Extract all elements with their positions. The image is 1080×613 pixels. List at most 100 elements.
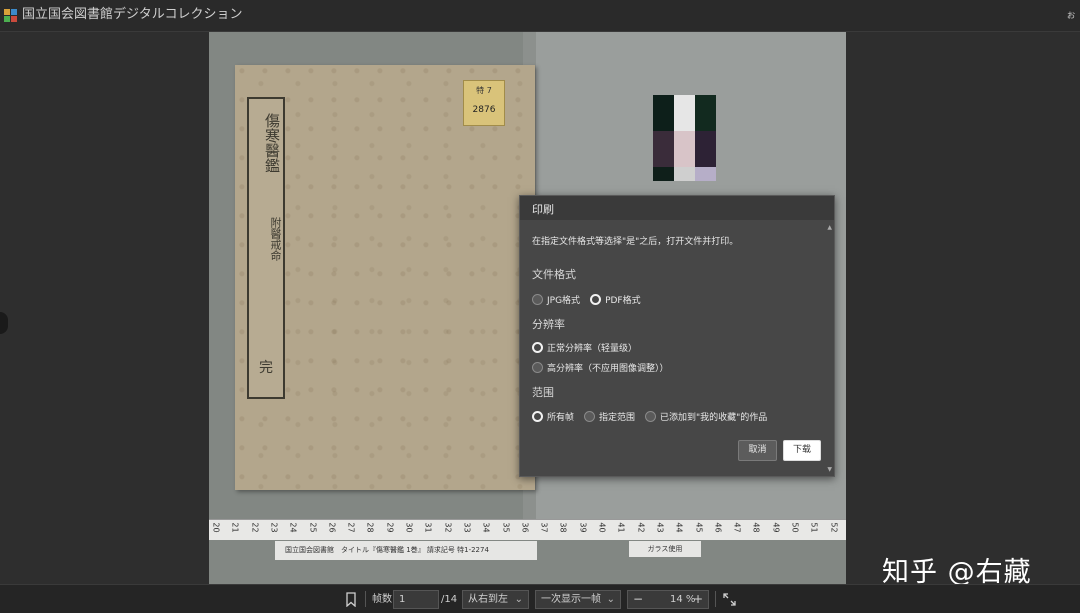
ruler-tick-label: 36 [520, 522, 530, 533]
ruler-tick-label: 25 [308, 522, 318, 533]
chevron-down-icon: ⌄ [514, 594, 523, 605]
ruler-tick-label: 20 [211, 522, 221, 533]
reading-direction-value: 从右到左 [468, 594, 508, 605]
ruler-tick-label: 34 [481, 522, 491, 533]
resolution-high-row: 高分辨率（不应用图像调整）） [532, 360, 679, 374]
ruler-tick-label: 30 [404, 522, 414, 533]
scan-info-strip-glass: ガラス使用 [629, 541, 701, 557]
frame-total-label: /14 [441, 594, 458, 605]
range-specified-radio[interactable] [584, 410, 596, 422]
corner-mark[interactable]: ぉ [1066, 6, 1076, 21]
ruler-tick-label: 44 [674, 522, 684, 533]
format-option-jpg-radio[interactable] [532, 293, 543, 305]
range-all-label[interactable]: 所有帧 [547, 410, 574, 423]
ruler-tick-label: 24 [288, 522, 298, 533]
format-option-jpg-label[interactable]: JPG格式 [547, 293, 580, 306]
range-all-radio[interactable] [532, 410, 543, 422]
format-option-pdf-label[interactable]: PDF格式 [605, 293, 641, 306]
app-title: 国立国会図書館デジタルコレクション [22, 7, 243, 22]
scan-info-strip: 国立国会図書館 タイトル『傷寒醫鑑 1巻』 請求記号 特1-2274 [275, 541, 537, 560]
zoom-in-button[interactable]: + [693, 591, 703, 608]
book-title-slip: 傷寒醫鑑 附醫戒命 完 [247, 97, 285, 399]
resolution-normal-row: 正常分辨率（轻量级） [532, 340, 647, 354]
color-swatch [695, 95, 716, 131]
frame-number-input[interactable]: 1 [393, 590, 439, 609]
ruler-tick-label: 43 [655, 522, 665, 533]
scroll-up-icon[interactable]: ▲ [827, 224, 832, 231]
ruler-tick-label: 29 [385, 522, 395, 533]
ruler-tick-label: 45 [694, 522, 704, 533]
dialog-header: 印刷 [520, 196, 834, 220]
color-reference-chart [653, 95, 716, 195]
zoom-control: − 14 % + [627, 590, 709, 609]
slip-bottom-text: 完 [259, 360, 273, 376]
sidebar-toggle-handle[interactable] [0, 312, 8, 334]
book-cover: 傷寒醫鑑 附醫戒命 完 特 7 2876 [235, 65, 535, 490]
zoom-level-value: 14 % [670, 594, 696, 605]
resolution-high-label[interactable]: 高分辨率（不应用图像调整）） [547, 361, 669, 374]
ruler-tick-label: 22 [250, 522, 260, 533]
ruler-tick-label: 50 [790, 522, 800, 533]
resolution-normal-label[interactable]: 正常分辨率（轻量级） [547, 341, 637, 354]
ruler-tick-label: 37 [539, 522, 549, 533]
chevron-down-icon: ⌄ [606, 594, 615, 605]
ruler-tick-label: 33 [462, 522, 472, 533]
toolbar-separator [715, 591, 716, 607]
slip-subtitle-text: 附醫戒命 [269, 217, 282, 261]
resolution-normal-radio[interactable] [532, 341, 543, 353]
app-window: 国立国会図書館デジタルコレクション ぉ 傷寒醫鑑 附醫戒命 完 特 7 2876… [0, 0, 1080, 613]
call-number-label: 特 7 2876 [463, 80, 505, 126]
ruler-tick-label: 31 [423, 522, 433, 533]
range-favorites-label[interactable]: 已添加到"我的收藏"的作品 [660, 410, 767, 423]
ndl-logo-icon [4, 9, 17, 22]
slip-title-text: 傷寒醫鑑 [263, 113, 281, 173]
ruler-tick-label: 21 [230, 522, 240, 533]
scale-ruler: 20 21 22 23 24 25 26 27 28 29 30 31 32 33 34 35 36 37 38 39… [209, 519, 846, 540]
ruler-tick-label: 47 [732, 522, 742, 533]
color-swatch [695, 131, 716, 167]
print-dialog: 印刷 ▲ ▼ 在指定文件格式等选择"是"之后，打开文件并打印。 文件格式 JPG… [519, 195, 835, 477]
range-specified-label[interactable]: 指定范围 [599, 410, 635, 423]
scroll-down-icon[interactable]: ▼ [827, 466, 832, 473]
ruler-tick-label: 52 [829, 522, 839, 533]
format-radio-group: JPG格式 PDF格式 [532, 292, 651, 306]
ruler-tick-label: 39 [578, 522, 588, 533]
ruler-tick-label: 27 [346, 522, 356, 533]
color-swatch [695, 167, 716, 181]
format-section-label: 文件格式 [532, 268, 576, 281]
resolution-high-radio[interactable] [532, 361, 543, 373]
bookmark-icon[interactable] [345, 592, 357, 607]
color-swatch [674, 167, 695, 181]
reading-direction-select[interactable]: 从右到左 ⌄ [462, 590, 529, 609]
fullscreen-icon[interactable] [723, 593, 736, 606]
download-button[interactable]: 下载 [783, 440, 821, 461]
range-section-label: 范围 [532, 386, 554, 399]
color-swatch [653, 131, 674, 167]
range-favorites-radio[interactable] [645, 410, 657, 422]
ruler-tick-label: 26 [327, 522, 337, 533]
display-mode-select[interactable]: 一次显示一帧 ⌄ [535, 590, 621, 609]
dialog-instruction: 在指定文件格式等选择"是"之后，打开文件并打印。 [532, 237, 739, 247]
toolbar-separator [365, 591, 366, 607]
color-swatch [674, 95, 695, 131]
ruler-tick-label: 28 [365, 522, 375, 533]
display-mode-value: 一次显示一帧 [541, 594, 601, 605]
resolution-section-label: 分辨率 [532, 318, 565, 331]
cancel-button[interactable]: 取消 [738, 440, 777, 461]
ruler-tick-label: 40 [597, 522, 607, 533]
zoom-out-button[interactable]: − [633, 591, 643, 608]
ruler-tick-label: 49 [771, 522, 781, 533]
ruler-tick-label: 41 [616, 522, 626, 533]
frame-count-label: 帧数 [372, 594, 392, 605]
ruler-tick-label: 51 [809, 522, 819, 533]
ruler-tick-label: 46 [713, 522, 723, 533]
color-swatch [653, 95, 674, 131]
color-swatch [674, 131, 695, 167]
ruler-tick-label: 32 [443, 522, 453, 533]
call-label-top-text: 特 7 [476, 86, 492, 95]
ruler-tick-label: 23 [269, 522, 279, 533]
ruler-tick-label: 35 [501, 522, 511, 533]
ruler-tick-label: 38 [558, 522, 568, 533]
format-option-pdf-radio[interactable] [590, 293, 602, 305]
call-label-number-text: 2876 [472, 105, 496, 115]
